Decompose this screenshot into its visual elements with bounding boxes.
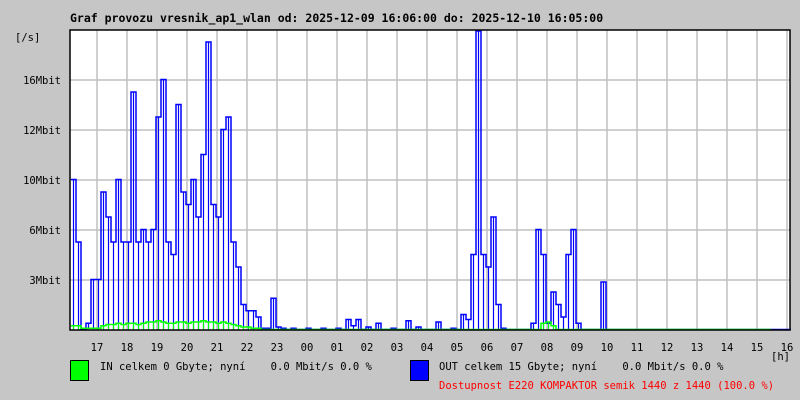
availability-text: Dostupnost E220 KOMPAKTOR semik 1440 z 1… (439, 380, 775, 392)
x-tick-label: 20 (181, 342, 194, 354)
x-tick-label: 14 (721, 342, 734, 354)
x-tick-label: 15 (751, 342, 764, 354)
x-tick-label: 00 (301, 342, 314, 354)
x-tick-label: 23 (271, 342, 284, 354)
x-tick-label: 08 (541, 342, 554, 354)
x-tick-label: 21 (211, 342, 224, 354)
x-tick-label: 01 (331, 342, 344, 354)
legend-in-text: IN celkem 0 Gbyte; nyní 0.0 Mbit/s 0.0 % (100, 361, 372, 373)
y-axis-unit: [/s] (15, 32, 40, 44)
x-tick-label: 02 (361, 342, 374, 354)
x-tick-label: 07 (511, 342, 524, 354)
x-tick-label: 16 (781, 342, 794, 354)
x-tick-label: 04 (421, 342, 434, 354)
traffic-chart: [/s] [h] 17 18 19 20 21 22 23 00 01 02 03 04 05 06 07 0… (15, 29, 794, 363)
x-tick-label: 06 (481, 342, 494, 354)
x-tick-label: 19 (151, 342, 164, 354)
y-tick-label: 12Mbit (23, 125, 61, 137)
x-tick-label: 03 (391, 342, 404, 354)
legend-out-text: OUT celkem 15 Gbyte; nyní 0.0 Mbit/s 0.0… (439, 361, 724, 373)
y-tick-label: 16Mbit (23, 75, 61, 87)
x-tick-label: 05 (451, 342, 464, 354)
y-tick-label: 10Mbit (23, 175, 61, 187)
x-tick-label: 09 (571, 342, 584, 354)
x-tick-label: 10 (601, 342, 614, 354)
x-tick-label: 11 (631, 342, 644, 354)
x-tick-label: 13 (691, 342, 704, 354)
x-tick-label: 17 (91, 342, 104, 354)
y-tick-label: 3Mbit (29, 275, 61, 287)
legend-out-swatch (410, 360, 429, 381)
x-tick-label: 18 (121, 342, 134, 354)
x-tick-label: 22 (241, 342, 254, 354)
y-tick-label: 6Mbit (29, 225, 61, 237)
legend-in-swatch (70, 360, 89, 381)
x-tick-label: 12 (661, 342, 674, 354)
